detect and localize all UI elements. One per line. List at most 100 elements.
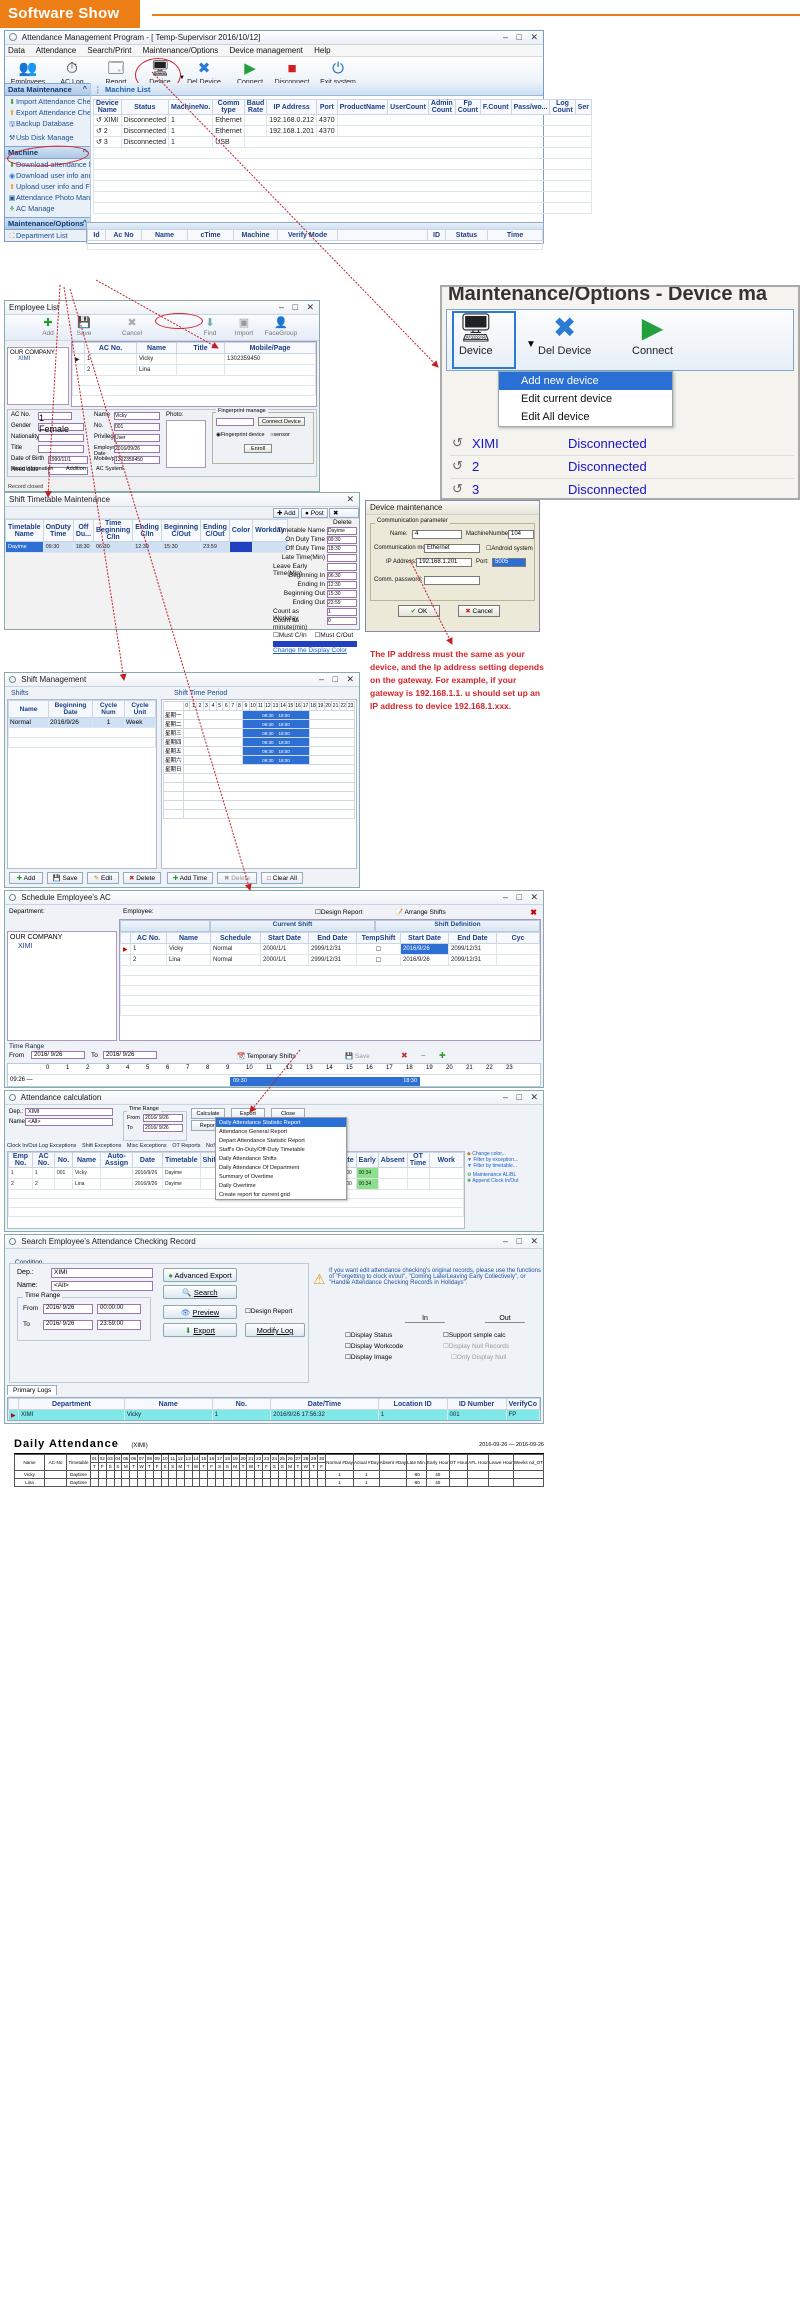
table-row[interactable]: 星期日 [163,764,356,774]
check-display-status[interactable]: ☐Display Status [345,1331,392,1339]
check-display-image[interactable]: ☐Display Image [345,1353,392,1361]
tab-shift-exceptions[interactable]: Shift Exceptions [82,1143,121,1149]
check-only-display-null[interactable]: ☐Only Display Null [451,1353,506,1361]
commpassword-input[interactable] [424,576,480,585]
fp-device-radio[interactable]: ◉Fingerprint device [216,432,265,438]
menu-attendance[interactable]: Attendance [36,46,76,55]
calc-tabs[interactable]: Clock In/Out Log Exceptions Shift Except… [7,1143,224,1149]
check-display-null-records[interactable]: ☐Display Null Records [443,1342,509,1350]
fp-select[interactable] [216,418,254,426]
tab-primary-logs[interactable]: Primary Logs [7,1385,58,1395]
tab-ot-reports[interactable]: OT Reports [172,1143,200,1149]
field-value[interactable]: 1 [327,608,357,616]
search-to-time[interactable]: 23:59:00 [97,1320,141,1330]
sched-design-report-check[interactable]: ☐Design Report [315,908,362,916]
sidebar-item-upload-userinfo[interactable]: ⬆Upload user info and FP [5,181,90,192]
list-item[interactable]: ↺ 3 Disconnected [450,479,794,498]
toolbar-connect-button[interactable]: ▶Connect [229,59,271,86]
menu-item-edit-current-device[interactable]: Edit current device [499,390,672,408]
detail-tab-addition[interactable]: Addition [66,466,86,472]
sched-to-date[interactable]: 2016/ 9/26 [103,1051,157,1059]
ip-input[interactable]: 192.168.1.201 [416,558,472,567]
tab-misc-exceptions[interactable]: Misc Exceptions [127,1143,167,1149]
cancel-button[interactable]: ✖ Cancel [458,605,500,617]
toolbar-del-device-button[interactable]: ✖Del Device [183,59,225,86]
search-dep-select[interactable]: XIMI [51,1268,153,1278]
toolbar-report-button[interactable]: 🗔Report [95,59,137,86]
menu-data[interactable]: Data [8,46,25,55]
table-row[interactable]: Normal 2016/9/26 1 Week [8,717,156,728]
detail-acno-input[interactable]: 1 [38,412,72,423]
emp-import-button[interactable]: ▣ Import [227,317,261,337]
sidebar-item-download-userinfo[interactable]: ◉Download user info and Fp [5,170,90,181]
menu-search-print[interactable]: Search/Print [87,46,131,55]
search-from-date[interactable]: 2016/ 9/26 [43,1304,93,1314]
sched-cancel-icon[interactable]: ✖ [401,1051,408,1060]
sidebar-item-department-list[interactable]: ⛶ Department List [5,230,90,241]
stm-add-button[interactable]: ✚ Add [273,508,300,518]
search-to-date[interactable]: 2016/ 9/26 [43,1320,93,1330]
link-filter-timetable[interactable]: ▼ Filter by timetable... [467,1163,541,1169]
field-value[interactable] [327,563,357,571]
field-value[interactable]: 18:30 [327,545,357,553]
export-button[interactable]: ⬇ Export [163,1323,237,1337]
tree-child-ximi[interactable]: XIMI [10,356,66,362]
field-value[interactable]: 12:30 [327,581,357,589]
report-menu-item-onduty-offduty-timetable[interactable]: Staff's On-Duty/Off-Duty Timetable [216,1145,346,1154]
android-check[interactable]: ☐Android system [486,545,533,552]
tab-clock-log-exceptions[interactable]: Clock In/Out Log Exceptions [7,1143,76,1149]
sched-save-button[interactable]: 💾 Save [345,1052,370,1060]
stm-post-button[interactable]: ● Post [301,508,328,518]
window-controls[interactable]: – □ ✕ [503,1092,541,1103]
name-input[interactable]: 4 [412,530,462,539]
cell-temp[interactable]: ☐ [356,954,401,966]
detail-dob-input[interactable]: 1990/11/1 [48,456,88,464]
emp-facegroup-button[interactable]: 👤 FaceGroup [259,317,303,337]
stm-delete-button[interactable]: ✖ Delete [329,508,359,526]
callout-connect-button[interactable]: ▶ Connect [632,311,673,357]
change-display-color-link[interactable]: Change the Display Color [273,647,357,654]
table-row[interactable]: 星期一 09:30 18:00 [163,710,356,720]
sched-temporary-shifts-button[interactable]: 📆 Temporary Shifts [237,1052,296,1060]
ok-button[interactable]: ✔ OK [398,605,440,617]
table-row[interactable]: 2 Lina [72,364,316,376]
detail-no-input[interactable]: 001 [114,423,160,431]
table-row[interactable]: XIMIVicky12016/9/26 17:56:331001FP [9,1421,540,1422]
detail-employ-input[interactable]: 2016/09/26 [114,445,160,453]
window-controls[interactable]: – □ ✕ [503,892,541,903]
sidebar-group-maintenance-options[interactable]: Maintenance/Options ^ [5,217,90,230]
window-controls[interactable]: – □ ✕ [319,674,357,685]
sched-close-x-icon[interactable]: ✖ [530,908,537,917]
menu-device-management[interactable]: Device management [230,46,303,55]
enroll-button[interactable]: Enroll [244,444,273,453]
sched-arrange-shifts-button[interactable]: 📝 Arrange Shifts [395,908,446,916]
sensor-radio[interactable]: ○sensor [270,432,290,438]
calc-name-select[interactable]: <All> [25,1118,113,1126]
emp-cancel-button[interactable]: ✖ Cancel [115,317,149,337]
connect-device-button[interactable]: Connect Device [258,417,305,426]
tree-root[interactable]: OUR COMPANY [8,932,116,943]
list-item[interactable]: ↺ 2 Disconnected [450,456,794,479]
search-tabstrip[interactable]: Primary Logs [7,1385,58,1397]
table-row[interactable]: ▶ 1 Vicky 1302359450 [72,353,316,365]
sidebar-group-data-maintenance[interactable]: Data Maintenance ^ [5,83,90,96]
check-display-workcode[interactable]: ☐Display Workcode [345,1342,403,1350]
check-must-cin[interactable]: ☐Must C/In ☐Must C/Out [273,631,357,639]
callout-del-device-button[interactable]: ✖ Del Device [538,311,591,357]
field-value[interactable]: 0 [327,617,357,625]
table-row[interactable]: ▶ XIMI Vicky 1 2016/9/26 17:56:32 1 001 FP [8,1409,540,1420]
table-row[interactable]: 星期四 09:30 18:00 [163,737,356,747]
field-value[interactable]: 15:30 [327,590,357,598]
shift-add-button[interactable]: ✚ Add [9,872,43,884]
sched-plus-icon[interactable]: ✚ [439,1051,446,1060]
toolbar-aclog-button[interactable]: ⏱AC Log [51,59,93,86]
check-support-simple-calc[interactable]: ☐Support simple calc [443,1331,506,1339]
detail-tab-basic[interactable]: Basic Information [11,466,54,472]
emp-save-button[interactable]: 💾 Save [67,317,101,337]
detail-name-input[interactable]: Vicky [114,412,160,420]
search-name-select[interactable]: <All> [51,1281,153,1291]
report-menu-item-depart-statistic[interactable]: Depart Attendance Statistic Report [216,1136,346,1145]
cell-temp[interactable]: ☐ [356,943,401,955]
main-menubar[interactable]: Data Attendance Search/Print Maintenance… [5,45,543,57]
detail-mobile-input[interactable]: 1302359450 [114,456,160,464]
